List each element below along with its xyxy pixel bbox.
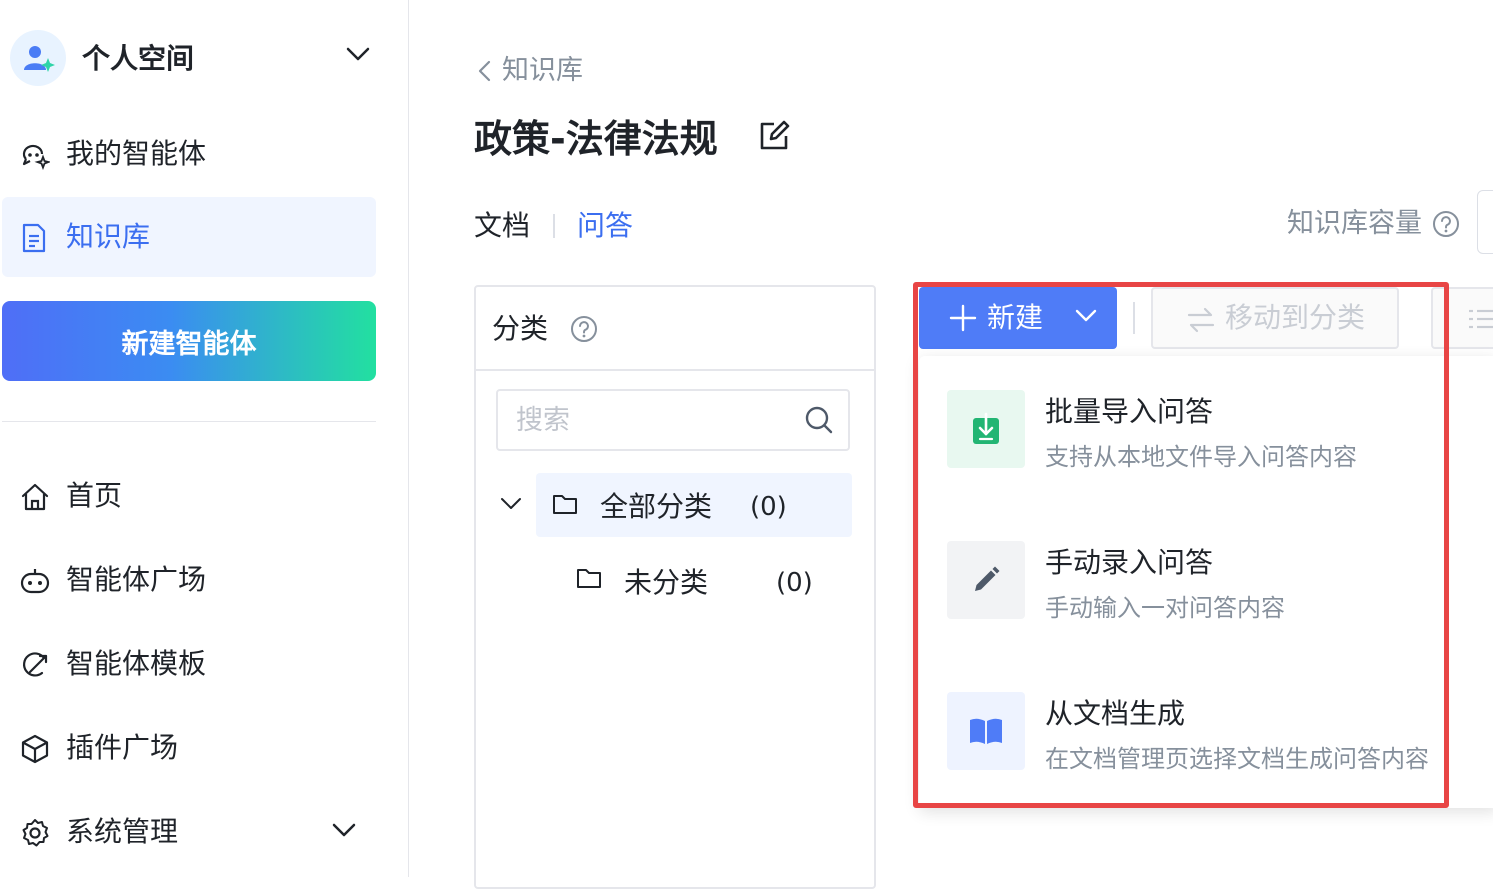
- tab-documents[interactable]: 文档: [474, 206, 530, 246]
- sidebar-item-label: 系统管理: [66, 815, 179, 848]
- sidebar-item-system-management[interactable]: 系统管理: [2, 792, 376, 872]
- sidebar-item-label: 知识库: [66, 220, 151, 253]
- bot-sparkle-icon: [20, 140, 50, 170]
- edit-icon[interactable]: [758, 120, 790, 152]
- capacity-indicator: [1477, 190, 1493, 254]
- category-title: 分类: [492, 312, 549, 345]
- category-header: 分类: [476, 287, 874, 371]
- sidebar-item-label: 智能体模板: [66, 647, 207, 680]
- sidebar-item-label: 插件广场: [66, 731, 179, 764]
- sidebar-item-my-agents[interactable]: 我的智能体: [2, 114, 376, 194]
- chevron-left-icon[interactable]: [476, 59, 492, 83]
- document-icon: [20, 223, 48, 253]
- sidebar-item-agent-plaza[interactable]: 智能体广场: [2, 540, 376, 620]
- tree-item-count: (0): [750, 492, 787, 522]
- template-icon: [20, 650, 50, 680]
- search-icon[interactable]: [804, 405, 834, 435]
- tab-qa[interactable]: 问答: [577, 206, 633, 246]
- tree-item-count: (0): [776, 568, 813, 598]
- gear-icon: [20, 818, 50, 848]
- breadcrumb[interactable]: 知识库: [476, 52, 583, 90]
- help-icon[interactable]: [1432, 210, 1460, 238]
- capacity-label: 知识库容量: [1287, 208, 1422, 239]
- space-name[interactable]: 个人空间: [82, 40, 194, 78]
- tab-divider: [553, 214, 555, 238]
- sidebar-item-label: 首页: [66, 479, 123, 512]
- tree-item-uncategorized[interactable]: 未分类 (0): [572, 549, 852, 613]
- tree-item-label: 未分类: [624, 566, 709, 599]
- sidebar-item-label: 智能体广场: [66, 563, 207, 596]
- space-avatar-icon[interactable]: [10, 30, 66, 86]
- sidebar-divider: [2, 421, 376, 422]
- help-icon[interactable]: [570, 315, 598, 343]
- folder-icon: [576, 567, 602, 589]
- sidebar-item-plugin-plaza[interactable]: 插件广场: [2, 708, 376, 788]
- folder-icon: [552, 493, 578, 515]
- capacity-label-group: 知识库容量: [1287, 204, 1460, 244]
- search-input[interactable]: [496, 389, 850, 451]
- chevron-down-icon[interactable]: [500, 497, 522, 511]
- chevron-down-icon[interactable]: [332, 822, 356, 838]
- sidebar-item-knowledge-base[interactable]: 知识库: [2, 197, 376, 277]
- new-agent-button[interactable]: 新建智能体: [2, 301, 376, 381]
- category-panel: 分类 全部分类 (0) 未分类 (0): [474, 285, 876, 889]
- home-icon: [20, 482, 50, 512]
- tree-item-all-categories[interactable]: 全部分类 (0): [536, 473, 852, 537]
- page-title: 政策-法律法规: [474, 117, 718, 161]
- tree-item-label: 全部分类: [600, 490, 713, 523]
- sidebar-item-label: 我的智能体: [66, 137, 207, 170]
- robot-icon: [20, 566, 50, 596]
- breadcrumb-link[interactable]: 知识库: [502, 52, 583, 90]
- list-icon: [1467, 305, 1493, 333]
- cube-icon: [20, 734, 50, 764]
- sidebar-item-agent-templates[interactable]: 智能体模板: [2, 624, 376, 704]
- highlight-box: [913, 282, 1449, 808]
- sidebar-item-home[interactable]: 首页: [2, 456, 376, 536]
- sidebar: 个人空间 我的智能体 知识库 新建智能体 首页 智能体广场 智能体模板 插件广场…: [0, 0, 409, 877]
- chevron-down-icon[interactable]: [346, 46, 370, 62]
